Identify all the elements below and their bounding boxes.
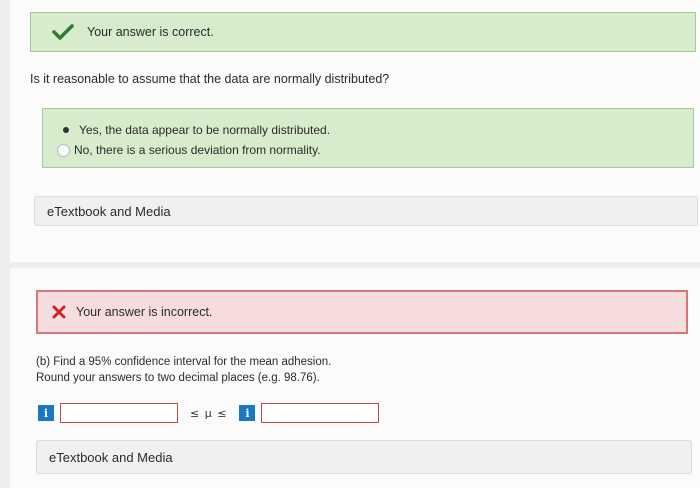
part-b-question-line2: Round your answers to two decimal places… <box>36 372 320 384</box>
option-no-label: No, there is a serious deviation from no… <box>74 143 321 157</box>
check-icon <box>52 24 74 40</box>
option-yes[interactable]: Yes, the data appear to be normally dist… <box>57 123 330 137</box>
correct-banner: Your answer is correct. <box>30 12 696 52</box>
incorrect-status-text: Your answer is incorrect. <box>76 305 213 319</box>
etextbook-media-label: eTextbook and Media <box>49 449 173 465</box>
answer-options: Yes, the data appear to be normally dist… <box>42 108 694 168</box>
incorrect-banner: Your answer is incorrect. <box>36 290 688 334</box>
x-icon <box>52 305 66 319</box>
option-yes-label: Yes, the data appear to be normally dist… <box>79 123 331 137</box>
correct-status-text: Your answer is correct. <box>87 25 214 39</box>
mu-inequality: ≤ μ ≤ <box>190 406 228 420</box>
lower-bound-input[interactable] <box>60 403 178 423</box>
part-b-question: (b) Find a 95% confidence interval for t… <box>36 354 331 386</box>
upper-bound-input[interactable] <box>261 403 380 423</box>
interval-input-row: i ≤ μ ≤ i <box>38 402 380 424</box>
etextbook-media-label: eTextbook and Media <box>47 203 171 219</box>
etextbook-media-button[interactable]: eTextbook and Media <box>34 196 698 226</box>
option-no[interactable]: No, there is a serious deviation from no… <box>57 143 321 157</box>
info-icon[interactable]: i <box>38 405 54 421</box>
part-a-card: Your answer is correct. Is it reasonable… <box>10 0 700 262</box>
part-b-question-line1: (b) Find a 95% confidence interval for t… <box>36 356 332 368</box>
etextbook-media-button[interactable]: eTextbook and Media <box>36 440 692 474</box>
selected-bullet-icon <box>63 127 69 133</box>
question-text: Is it reasonable to assume that the data… <box>30 72 390 86</box>
info-icon[interactable]: i <box>239 405 256 421</box>
part-b-card: Your answer is incorrect. (b) Find a 95%… <box>10 268 700 488</box>
radio-icon[interactable] <box>57 143 70 157</box>
